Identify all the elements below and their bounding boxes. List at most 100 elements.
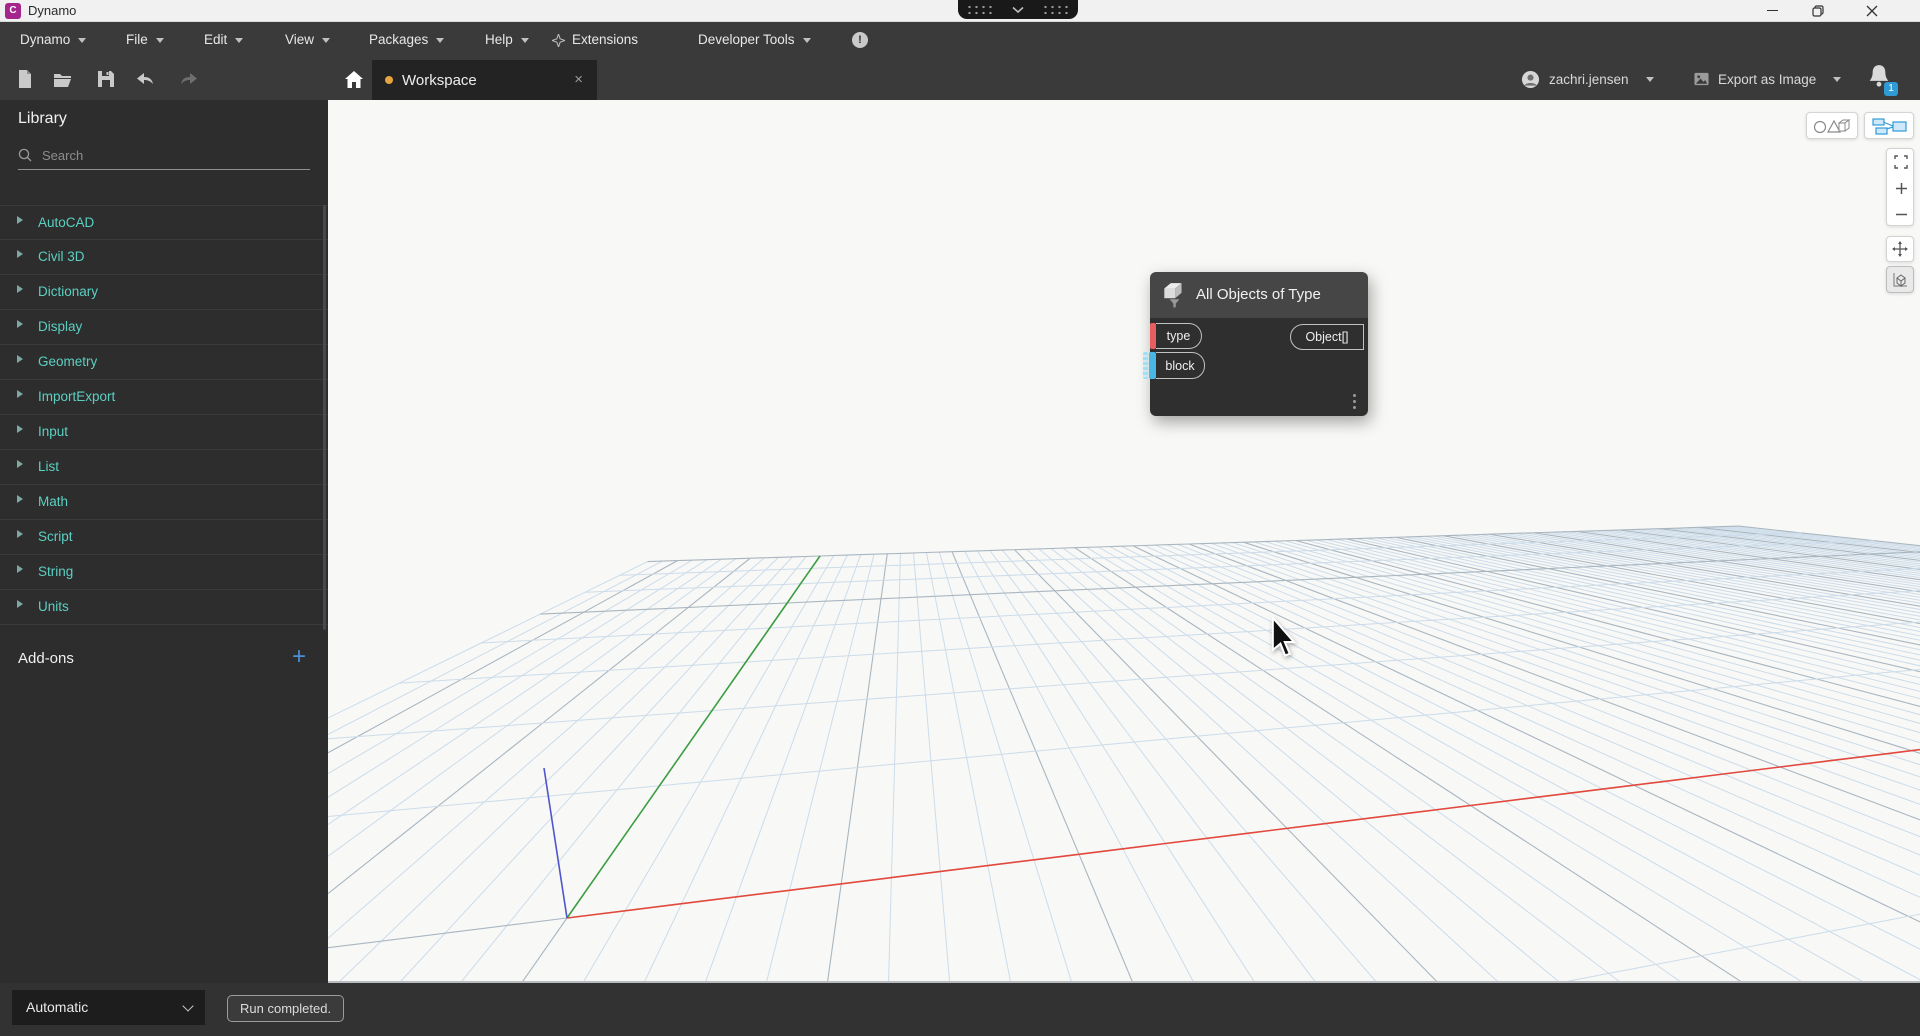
- restore-button[interactable]: [1798, 0, 1838, 21]
- save-button[interactable]: [96, 69, 116, 89]
- zoom-in-button[interactable]: [1887, 175, 1915, 201]
- category-label: Units: [38, 599, 69, 614]
- chevron-down-icon: [156, 38, 164, 43]
- category-label: Math: [38, 494, 68, 509]
- sidebar-item-geometry[interactable]: Geometry: [0, 345, 328, 380]
- menu-item-packages[interactable]: Packages: [369, 22, 444, 58]
- node-body: type block Object[]: [1150, 318, 1368, 416]
- sidebar-item-civil-3d[interactable]: Civil 3D: [0, 240, 328, 275]
- home-button[interactable]: [344, 70, 364, 90]
- library-category-list: AutoCAD Civil 3D Dictionary Display Geometry…: [0, 205, 328, 625]
- port-label: type: [1167, 329, 1191, 343]
- sidebar-item-dictionary[interactable]: Dictionary: [0, 275, 328, 310]
- 3d-grid: [328, 100, 1920, 983]
- sidebar-item-input[interactable]: Input: [0, 415, 328, 450]
- menu-item-developer-tools[interactable]: Developer Tools: [698, 22, 811, 58]
- undo-button[interactable]: [136, 69, 156, 89]
- export-label: Export as Image: [1718, 72, 1816, 87]
- open-file-button[interactable]: [53, 69, 73, 89]
- category-label: Civil 3D: [38, 249, 85, 264]
- chevron-down-icon: [1833, 77, 1841, 82]
- close-button[interactable]: [1852, 0, 1892, 21]
- export-as-image-button[interactable]: Export as Image: [1694, 58, 1841, 100]
- input-port-marker-block[interactable]: [1149, 352, 1156, 379]
- addons-section: Add-ons +: [0, 640, 328, 680]
- status-bar: Automatic Run completed.: [0, 983, 1920, 1036]
- expand-arrow-icon: [17, 355, 23, 363]
- zoom-out-button[interactable]: [1887, 201, 1915, 227]
- image-icon: [1694, 72, 1709, 86]
- sidebar-item-display[interactable]: Display: [0, 310, 328, 345]
- menu-item-view[interactable]: View: [285, 22, 330, 58]
- expand-arrow-icon: [17, 320, 23, 328]
- screen-snap-widget[interactable]: [958, 0, 1078, 19]
- tab-close-icon[interactable]: ×: [574, 60, 583, 100]
- new-file-button[interactable]: [15, 69, 35, 89]
- category-label: Display: [38, 319, 82, 334]
- menu-item-extensions[interactable]: Extensions: [572, 22, 638, 58]
- fit-screen-icon: [1894, 155, 1908, 169]
- chevron-down-icon: [322, 38, 330, 43]
- account-menu[interactable]: zachri.jensen: [1521, 58, 1654, 100]
- chevron-down-icon: [78, 38, 86, 43]
- expand-arrow-icon: [17, 285, 23, 293]
- sidebar-item-importexport[interactable]: ImportExport: [0, 380, 328, 415]
- category-label: String: [38, 564, 73, 579]
- menu-item-help[interactable]: Help: [485, 22, 529, 58]
- minimize-button[interactable]: [1752, 0, 1792, 21]
- node-title: All Objects of Type: [1196, 272, 1321, 318]
- minus-icon: [1895, 208, 1908, 221]
- node-cube-filter-icon: [1160, 281, 1188, 309]
- orbit-cube-icon: [1892, 271, 1909, 288]
- expand-arrow-icon: [17, 250, 23, 258]
- sidebar-item-autocad[interactable]: AutoCAD: [0, 205, 328, 240]
- expand-arrow-icon: [17, 530, 23, 538]
- category-label: AutoCAD: [38, 215, 94, 230]
- run-mode-select[interactable]: Automatic: [12, 990, 205, 1025]
- geometry-view-toggle[interactable]: [1806, 112, 1858, 139]
- sidebar-item-string[interactable]: String: [0, 555, 328, 590]
- input-port-block[interactable]: block: [1156, 352, 1205, 379]
- plus-icon: [1895, 182, 1908, 195]
- sidebar-item-units[interactable]: Units: [0, 590, 328, 625]
- node-options-ellipsis[interactable]: [1353, 391, 1356, 412]
- category-label: ImportExport: [38, 389, 115, 404]
- output-port-object-array[interactable]: Object[]: [1290, 324, 1364, 350]
- sidebar-item-list[interactable]: List: [0, 450, 328, 485]
- chevron-down-icon: [1012, 6, 1024, 14]
- toolbar: Workspace × zachri.jensen Export as Imag…: [0, 58, 1920, 100]
- sidebar-item-math[interactable]: Math: [0, 485, 328, 520]
- chevron-down-icon: [182, 1000, 193, 1011]
- search-placeholder: Search: [42, 148, 83, 163]
- menu-item-file[interactable]: File: [126, 22, 164, 58]
- category-label: Dictionary: [38, 284, 98, 299]
- graph-nodes-icon: [1871, 117, 1907, 135]
- pin-icon: [552, 34, 565, 47]
- info-icon[interactable]: !: [852, 32, 868, 48]
- orbit-button[interactable]: [1886, 266, 1914, 293]
- input-port-default-marker-block[interactable]: [1143, 352, 1148, 379]
- menu-item-dynamo[interactable]: Dynamo: [20, 22, 86, 58]
- add-package-button[interactable]: +: [288, 646, 310, 668]
- chevron-down-icon: [803, 38, 811, 43]
- tab-workspace[interactable]: Workspace ×: [372, 60, 597, 100]
- expand-arrow-icon: [17, 216, 23, 224]
- input-port-type[interactable]: type: [1156, 323, 1202, 349]
- pan-button[interactable]: [1886, 236, 1914, 262]
- menu-item-edit[interactable]: Edit: [204, 22, 243, 58]
- restore-icon: [1812, 5, 1824, 17]
- expand-arrow-icon: [17, 600, 23, 608]
- sidebar-item-script[interactable]: Script: [0, 520, 328, 555]
- unsaved-dot-icon: [385, 76, 393, 84]
- library-scrollbar[interactable]: [323, 205, 326, 630]
- graph-view-toggle[interactable]: [1864, 112, 1914, 139]
- run-status-button[interactable]: Run completed.: [227, 995, 344, 1022]
- workspace-canvas[interactable]: All Objects of Type type block Object[]: [328, 100, 1920, 983]
- dot-grid-icon: [966, 4, 994, 15]
- port-label: Object[]: [1305, 330, 1348, 344]
- node-header[interactable]: All Objects of Type: [1150, 272, 1368, 318]
- node-all-objects-of-type[interactable]: All Objects of Type type block Object[]: [1150, 272, 1368, 416]
- library-title: Library: [18, 110, 67, 128]
- library-search-input[interactable]: Search: [18, 144, 310, 170]
- fit-to-screen-button[interactable]: [1887, 149, 1915, 175]
